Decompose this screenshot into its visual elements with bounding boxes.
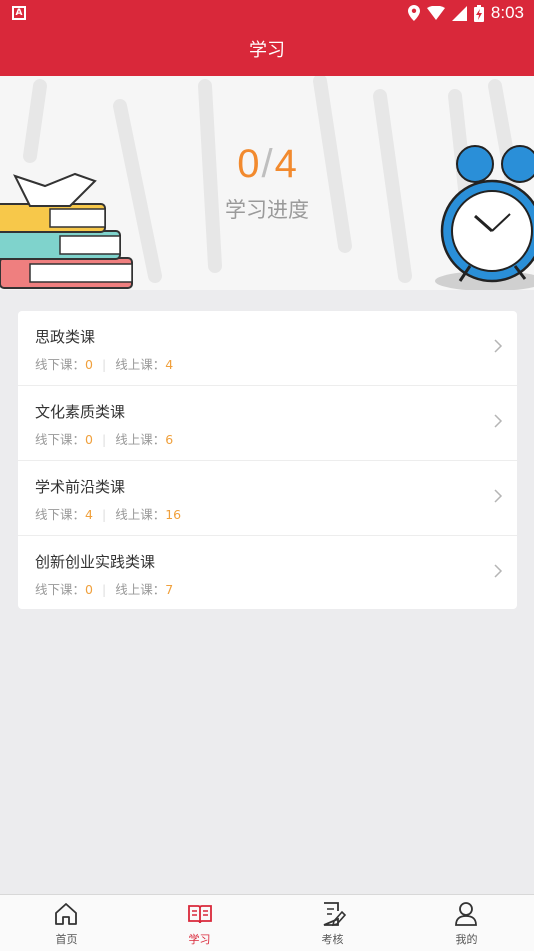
online-count: 7 [165,582,174,597]
offline-count: 0 [85,582,93,597]
app-bar: 学习 [0,28,534,76]
location-icon [407,5,420,21]
divider: | [101,582,107,597]
divider: | [101,357,107,372]
online-count: 16 [165,507,182,522]
books-illustration [0,172,133,289]
course-category-title: 学术前沿类课 [35,478,126,496]
bottom-tab-bar: 首页 学习 考核 我的 [0,894,534,951]
chevron-right-icon [494,489,503,503]
course-counts: 线下课：0 | 线上课：7 [35,579,173,598]
course-category-title: 文化素质类课 [35,403,126,421]
clock-time: 8:03 [490,3,524,22]
list-item-course-category[interactable]: 思政类课 线下课：0 | 线上课：4 [18,311,517,386]
progress-separator: / [261,142,273,186]
offline-label: 线下课： [35,357,86,372]
list-item-course-category[interactable]: 文化素质类课 线下课：0 | 线上课：6 [18,386,517,461]
progress-label: 学习进度 [225,198,309,222]
progress-done: 0 [237,142,260,186]
course-category-title: 创新创业实践类课 [35,553,156,571]
status-bar: A 8:03 [0,0,534,28]
wifi-icon [426,6,445,20]
offline-label: 线下课： [35,507,86,522]
online-label: 线上课： [115,432,166,447]
user-icon [455,902,477,926]
list-item-course-category[interactable]: 创新创业实践类课 线下课：0 | 线上课：7 [18,536,517,611]
online-label: 线上课： [115,507,166,522]
tab-me[interactable]: 我的 [400,895,533,951]
online-label: 线上课： [115,582,166,597]
tab-label: 我的 [455,933,478,946]
list-item-course-category[interactable]: 学术前沿类课 线下课：4 | 线上课：16 [18,461,517,536]
offline-label: 线下课： [35,582,86,597]
tab-label: 考核 [321,933,344,946]
offline-count: 0 [85,357,93,372]
course-category-title: 思政类课 [35,328,96,346]
chevron-right-icon [494,339,503,353]
signal-icon [451,5,467,21]
chevron-right-icon [494,414,503,428]
online-label: 线上课： [115,357,166,372]
course-counts: 线下课：4 | 线上课：16 [35,504,181,523]
tab-home[interactable]: 首页 [0,895,133,951]
tab-label: 首页 [55,933,78,946]
tab-study[interactable]: 学习 [133,895,266,951]
battery-icon [473,4,484,22]
online-count: 4 [165,357,174,372]
offline-label: 线下课： [35,432,86,447]
offline-count: 4 [85,507,93,522]
divider: | [101,432,107,447]
progress-banner: 0/4 学习进度 [0,76,534,290]
status-icons: 8:03 [407,3,524,23]
course-counts: 线下课：0 | 线上课：6 [35,429,173,448]
divider: | [101,507,107,522]
notification-a-icon: A [12,6,26,20]
chevron-right-icon [494,564,503,578]
progress-counter: 0/4 [0,142,534,187]
course-category-list: 思政类课 线下课：0 | 线上课：4 文化素质类课 线下课：0 | 线上课：6 学术前沿… [18,311,517,609]
course-counts: 线下课：0 | 线上课：4 [35,354,173,373]
home-icon [55,903,77,925]
online-count: 6 [165,432,174,447]
progress-total: 4 [274,142,297,186]
tab-assessment[interactable]: 考核 [266,895,399,951]
book-icon [188,905,212,924]
offline-count: 0 [85,432,93,447]
page-title: 学习 [249,40,285,61]
tab-label: 学习 [188,933,211,946]
edit-doc-icon [323,902,346,927]
